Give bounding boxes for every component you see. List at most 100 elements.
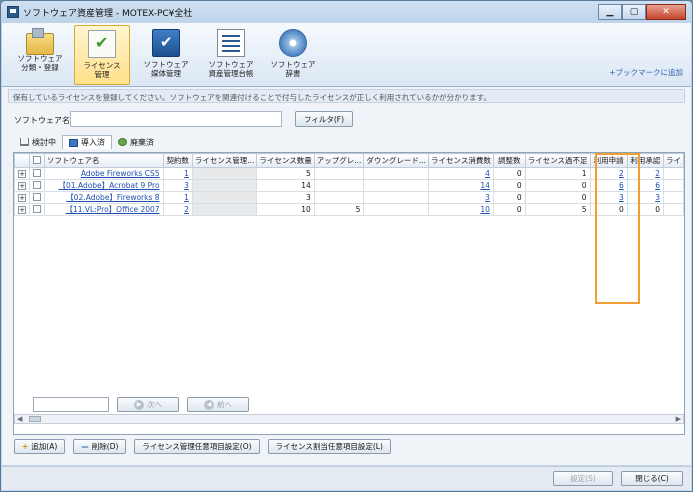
column-header[interactable]: ライセンス過不足	[524, 153, 591, 168]
settings-button[interactable]: 設定(S)	[553, 471, 613, 486]
expand-cell[interactable]: +	[14, 203, 30, 216]
apply-link[interactable]: 6	[619, 181, 624, 190]
contracts-cell[interactable]: 1	[162, 167, 193, 180]
table-row[interactable]: + 【11.VL:Pro】Office 2007 2 10 5 10 0 5 0…	[14, 203, 684, 216]
ribbon-software-classify[interactable]: ソフトウェア 分類・登録	[12, 25, 68, 85]
software-name-cell[interactable]: 【02.Adobe】Fireworks 8	[44, 191, 164, 204]
checkbox-cell[interactable]	[29, 167, 45, 180]
scroll-thumb[interactable]	[29, 416, 41, 422]
next-button[interactable]: ▶ 次へ	[117, 397, 179, 412]
column-header[interactable]: ライセンス管理...	[191, 153, 258, 168]
add-button[interactable]: + 追加(A)	[14, 439, 66, 454]
column-header[interactable]: 利用承認	[626, 153, 664, 168]
add-bookmark-link[interactable]: +ブックマークに追加	[609, 67, 683, 78]
software-name-cell[interactable]: Adobe Fireworks CS5	[44, 167, 164, 180]
select-all-checkbox[interactable]	[33, 155, 41, 164]
column-header[interactable]: 利用申請	[589, 153, 628, 168]
consumed-cell[interactable]: 14	[428, 179, 494, 192]
row-checkbox[interactable]	[33, 204, 41, 213]
consumed-link[interactable]: 4	[485, 169, 490, 178]
close-button[interactable]: 閉じる(C)	[621, 471, 683, 486]
adjust-cell: 0	[492, 191, 526, 204]
column-header[interactable]: ライ	[662, 153, 684, 168]
approve-link[interactable]: 6	[655, 181, 660, 190]
prev-button[interactable]: ◀ 前へ	[187, 397, 249, 412]
software-link[interactable]: 【02.Adobe】Fireworks 8	[66, 193, 159, 202]
page-input[interactable]	[33, 397, 109, 412]
software-name-input[interactable]	[70, 111, 282, 127]
contracts-link[interactable]: 1	[184, 169, 189, 178]
license-assign-settings-button[interactable]: ライセンス割当任意項目設定(L)	[267, 439, 391, 454]
column-header[interactable]: ライセンス消費数	[428, 153, 494, 168]
apply-link[interactable]: 3	[619, 193, 624, 202]
consumed-cell[interactable]: 4	[428, 167, 494, 180]
column-header[interactable]: ライセンス数量	[256, 153, 315, 168]
consumed-link[interactable]: 14	[480, 181, 490, 190]
scroll-left-icon[interactable]: ◀	[17, 415, 22, 423]
apply-link[interactable]: 2	[619, 169, 624, 178]
table-row[interactable]: + Adobe Fireworks CS5 1 5 4 0 1 2 2	[14, 167, 684, 180]
header-select-all[interactable]	[29, 153, 45, 168]
consumed-cell[interactable]: 3	[428, 191, 494, 204]
ribbon-license-management[interactable]: ライセンス 管理	[74, 25, 130, 85]
expand-icon[interactable]: +	[18, 206, 26, 214]
delete-button[interactable]: — 削除(D)	[73, 439, 127, 454]
table-row[interactable]: + 【01.Adobe】Acrobat 9 Pro 3 14 14 0 0 6 …	[14, 179, 684, 192]
column-header[interactable]: ソフトウェア名	[44, 153, 164, 168]
downgrade-cell	[363, 179, 430, 192]
consumed-link[interactable]: 10	[480, 205, 490, 214]
software-link[interactable]: 【01.Adobe】Acrobat 9 Pro	[59, 181, 160, 190]
apply-cell[interactable]: 3	[589, 191, 628, 204]
ribbon-software-dictionary[interactable]: ソフトウェア 辞書	[265, 25, 321, 85]
contracts-cell[interactable]: 1	[162, 191, 193, 204]
contracts-cell[interactable]: 3	[162, 179, 193, 192]
column-header[interactable]: アップグレ...	[313, 153, 365, 168]
column-header[interactable]: 契約数	[162, 153, 193, 168]
minimize-button[interactable]: ▁	[598, 4, 622, 20]
tab-disposed[interactable]: 廃棄済	[112, 135, 160, 149]
delete-label: 削除(D)	[91, 442, 119, 451]
consumed-cell[interactable]: 10	[428, 203, 494, 216]
close-window-button[interactable]: ✕	[646, 4, 686, 20]
contracts-cell[interactable]: 2	[162, 203, 193, 216]
ribbon-asset-ledger[interactable]: ソフトウェア 資産管理台帳	[200, 25, 262, 85]
software-link[interactable]: Adobe Fireworks CS5	[81, 169, 160, 178]
column-header[interactable]: ダウングレード...	[363, 153, 430, 168]
row-checkbox[interactable]	[33, 168, 41, 177]
row-checkbox[interactable]	[33, 180, 41, 189]
approve-cell[interactable]: 3	[626, 191, 664, 204]
maximize-button[interactable]: ▢	[622, 4, 646, 20]
software-link[interactable]: 【11.VL:Pro】Office 2007	[66, 205, 160, 214]
tab-considering[interactable]: 検討中	[14, 135, 62, 149]
approve-link[interactable]: 3	[655, 193, 660, 202]
expand-cell[interactable]: +	[14, 179, 30, 192]
expand-icon[interactable]: +	[18, 194, 26, 202]
software-name-cell[interactable]: 【11.VL:Pro】Office 2007	[44, 203, 164, 216]
contracts-link[interactable]: 1	[184, 193, 189, 202]
horizontal-scrollbar[interactable]: ◀ ▶	[14, 414, 684, 424]
ribbon-media-management[interactable]: ソフトウェア 媒体管理	[138, 25, 194, 85]
checkbox-cell[interactable]	[29, 203, 45, 216]
filter-button[interactable]: フィルタ(F)	[295, 111, 353, 127]
checkbox-cell[interactable]	[29, 179, 45, 192]
expand-icon[interactable]: +	[18, 170, 26, 178]
contracts-link[interactable]: 2	[184, 205, 189, 214]
expand-cell[interactable]: +	[14, 191, 30, 204]
expand-icon[interactable]: +	[18, 182, 26, 190]
approve-cell[interactable]: 2	[626, 167, 664, 180]
approve-link[interactable]: 2	[655, 169, 660, 178]
table-row[interactable]: + 【02.Adobe】Fireworks 8 1 3 3 0 0 3 3	[14, 191, 684, 204]
approve-cell[interactable]: 6	[626, 179, 664, 192]
license-mgmt-settings-button[interactable]: ライセンス管理任意項目設定(O)	[134, 439, 260, 454]
software-name-cell[interactable]: 【01.Adobe】Acrobat 9 Pro	[44, 179, 164, 192]
apply-cell[interactable]: 6	[589, 179, 628, 192]
tab-installed[interactable]: 導入済	[62, 135, 112, 149]
contracts-link[interactable]: 3	[184, 181, 189, 190]
row-checkbox[interactable]	[33, 192, 41, 201]
scroll-right-icon[interactable]: ▶	[676, 415, 681, 423]
expand-cell[interactable]: +	[14, 167, 30, 180]
checkbox-cell[interactable]	[29, 191, 45, 204]
apply-cell[interactable]: 2	[589, 167, 628, 180]
consumed-link[interactable]: 3	[485, 193, 490, 202]
column-header[interactable]: 調整数	[492, 153, 526, 168]
